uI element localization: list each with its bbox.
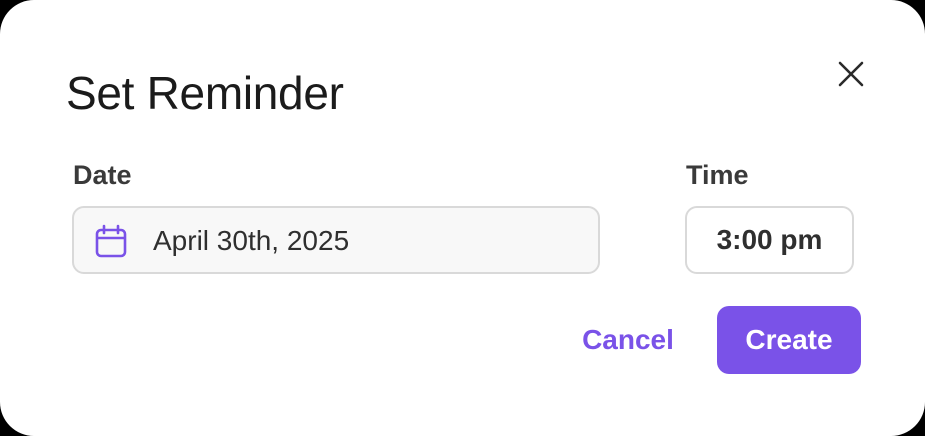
time-label: Time <box>686 160 749 190</box>
calendar-icon <box>95 224 127 258</box>
date-value: April 30th, 2025 <box>153 225 350 256</box>
close-button[interactable] <box>832 55 870 93</box>
create-button[interactable]: Create <box>717 306 861 374</box>
set-reminder-dialog: Set Reminder Date Time April 30th, 2025 … <box>0 0 925 436</box>
dialog-title: Set Reminder <box>66 67 344 119</box>
date-picker-field[interactable]: April 30th, 2025 <box>72 206 600 274</box>
date-label: Date <box>73 160 132 190</box>
cancel-button[interactable]: Cancel <box>572 306 684 374</box>
time-picker-field[interactable]: 3:00 pm <box>685 206 854 274</box>
time-value: 3:00 pm <box>716 224 823 255</box>
close-icon <box>838 61 864 87</box>
